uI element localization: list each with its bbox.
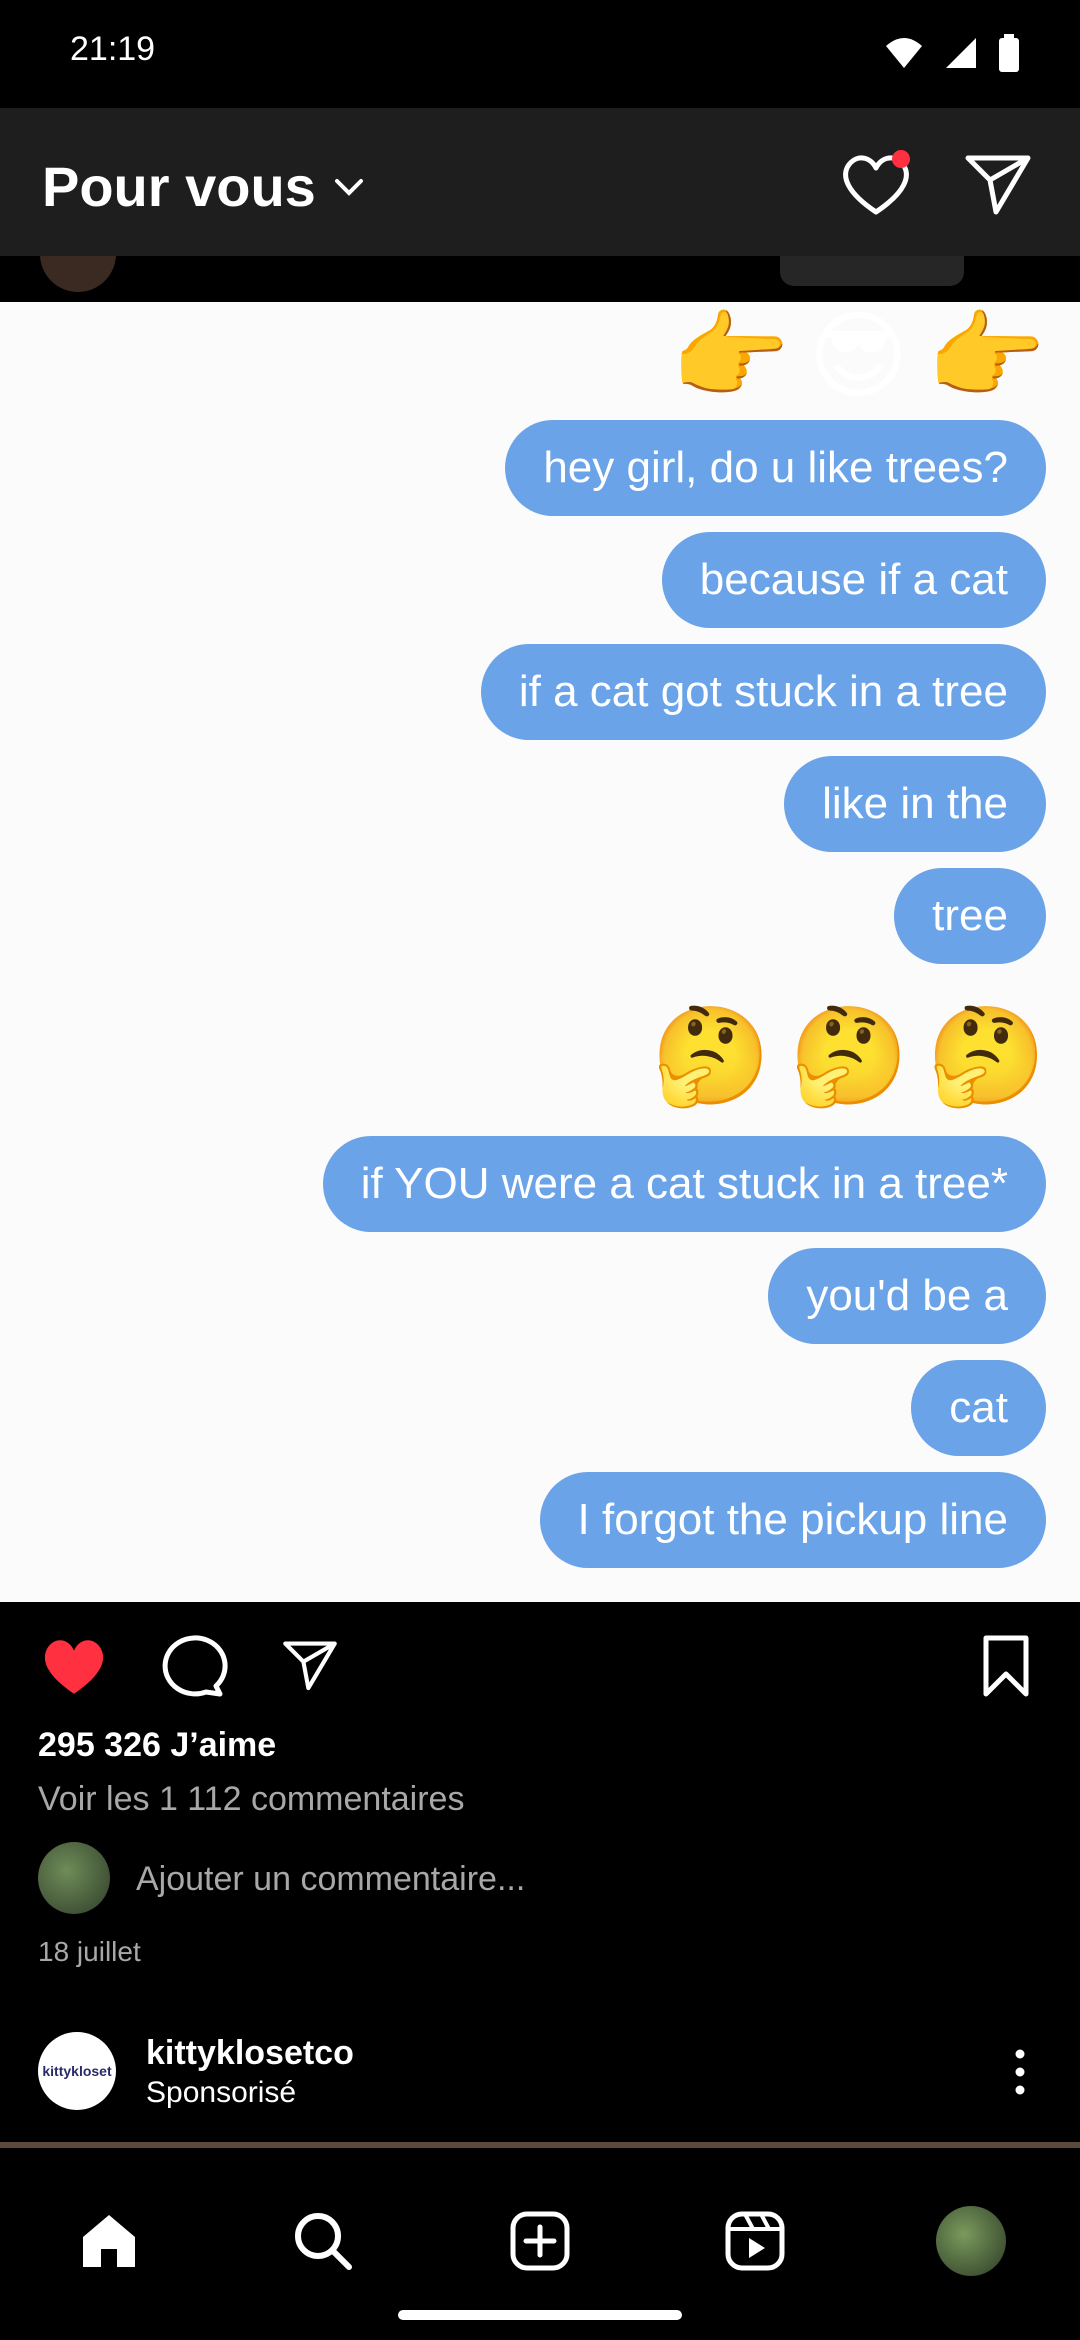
message-bubble: you'd be a: [768, 1248, 1046, 1344]
post-actions: [0, 1602, 1080, 1722]
message-bubble: I forgot the pickup line: [539, 1472, 1046, 1568]
nav-create[interactable]: [505, 2206, 575, 2276]
more-vertical-icon: [1015, 2049, 1025, 2095]
emoji-row: 👉 😎 👉: [671, 302, 1046, 412]
pointing-emoji: 👉: [670, 303, 791, 410]
send-icon: [283, 1641, 337, 1691]
status-icons: [884, 30, 1020, 76]
post-image[interactable]: 👉 😎 👉 hey girl, do u like trees? because…: [0, 302, 1080, 1602]
post-date: 18 juillet: [38, 1936, 141, 1967]
like-button[interactable]: [38, 1632, 110, 1698]
heart-filled-icon: [44, 1640, 104, 1694]
comment-icon: [162, 1635, 228, 1697]
status-bar: 21:19: [0, 0, 1080, 108]
thinking-emoji: 🤔: [926, 1003, 1046, 1110]
home-icon: [83, 2215, 135, 2267]
feed-title: Pour vous: [42, 155, 316, 218]
chevron-down-icon: [334, 178, 363, 196]
search-icon: [295, 2213, 352, 2270]
pointing-emoji: 👉: [926, 303, 1046, 410]
add-icon: [510, 2211, 570, 2271]
nav-search[interactable]: [288, 2206, 358, 2276]
sponsor-username[interactable]: kittyklosetco: [146, 2034, 354, 2073]
likes-count[interactable]: 295 326 J’aime: [38, 1726, 276, 1765]
more-options-button[interactable]: [1000, 2048, 1040, 2096]
avatar[interactable]: [40, 256, 116, 292]
sponsored-label: Sponsorisé: [146, 2076, 297, 2109]
nav-home[interactable]: [74, 2206, 144, 2276]
message-bubble: like in the: [784, 756, 1046, 852]
gesture-bar[interactable]: [398, 2310, 682, 2320]
status-time: 21:19: [70, 30, 156, 68]
sponsor-avatar[interactable]: kittykloset: [38, 2032, 116, 2110]
wifi-icon: [886, 38, 922, 68]
direct-messages-button[interactable]: [958, 144, 1038, 224]
message-bubble: tree: [894, 868, 1046, 964]
share-button[interactable]: [274, 1632, 346, 1698]
message-bubble: hey girl, do u like trees?: [505, 420, 1046, 516]
sunglasses-emoji: 😎: [808, 303, 909, 410]
thinking-emoji: 🤔: [651, 1003, 771, 1110]
sponsor-logo-text: kittykloset: [42, 2063, 112, 2079]
message-bubble: cat: [911, 1360, 1046, 1456]
save-button[interactable]: [974, 1632, 1038, 1698]
add-comment-input[interactable]: Ajouter un commentaire...: [136, 1860, 525, 1899]
message-bubble: because if a cat: [661, 532, 1046, 628]
nav-reels[interactable]: [720, 2206, 790, 2276]
follow-button[interactable]: [780, 256, 964, 286]
notification-dot: [892, 150, 910, 168]
signal-icon: [946, 38, 976, 68]
bookmark-icon: [983, 1635, 1029, 1697]
emoji-row: 🤔 🤔 🤔: [651, 1002, 1046, 1112]
view-comments-link[interactable]: Voir les 1 112 commentaires: [38, 1780, 464, 1819]
activity-button[interactable]: [836, 144, 916, 224]
thinking-emoji: 🤔: [788, 1003, 909, 1110]
comment-button[interactable]: [156, 1632, 228, 1698]
send-icon: [965, 155, 1031, 215]
top-app-bar: Pour vous: [0, 108, 1080, 256]
previous-post-header: [0, 256, 1080, 302]
feed-selector[interactable]: Pour vous: [42, 154, 364, 219]
avatar: [38, 1842, 110, 1914]
nav-profile-avatar[interactable]: [936, 2206, 1006, 2276]
message-bubble: if a cat got stuck in a tree: [480, 644, 1046, 740]
reels-icon: [725, 2211, 785, 2271]
battery-icon: [999, 34, 1019, 72]
message-bubble: if YOU were a cat stuck in a tree*: [322, 1136, 1046, 1232]
